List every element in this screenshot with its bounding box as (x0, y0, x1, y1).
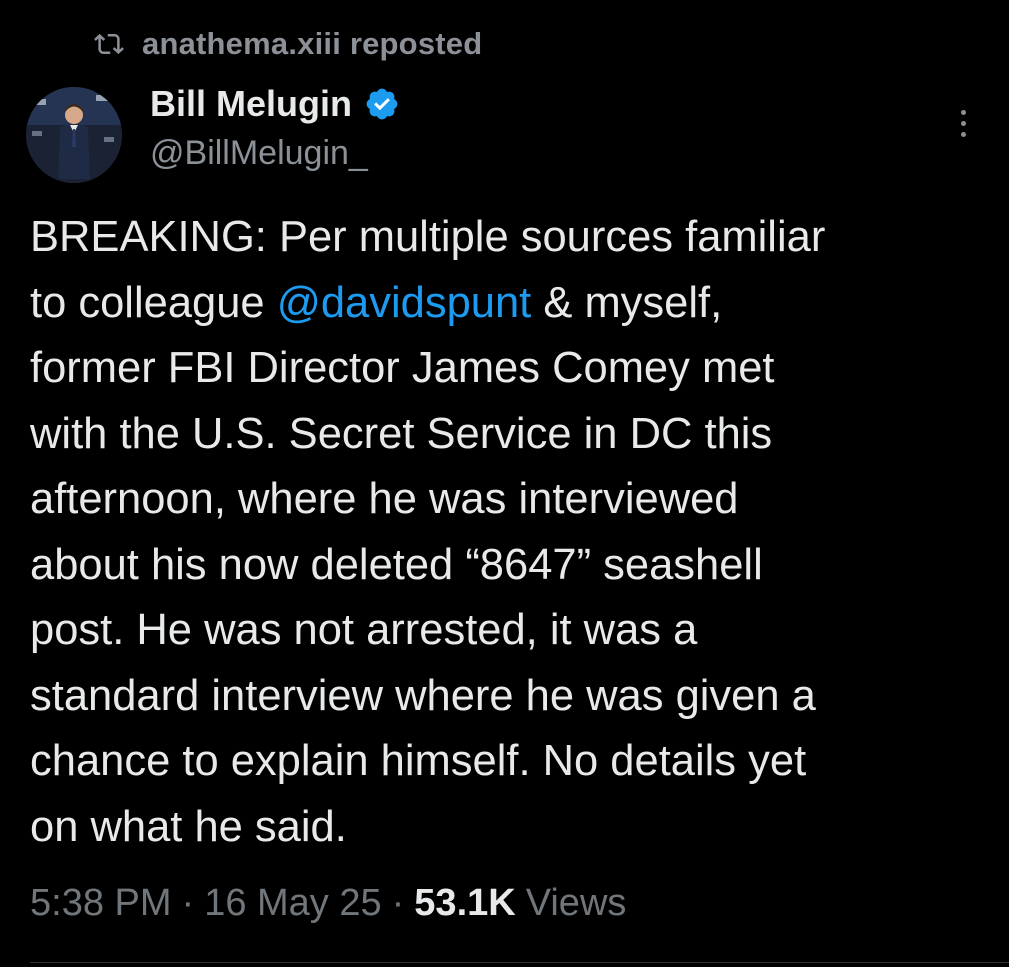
tweet-detail: anathema.xiii reposted Bill Melugin @Bil… (0, 0, 1009, 967)
divider (30, 962, 1009, 963)
avatar[interactable] (26, 87, 122, 183)
author-block: Bill Melugin @BillMelugin_ (150, 80, 400, 173)
author-handle[interactable]: @BillMelugin_ (150, 134, 400, 173)
verified-badge-icon (366, 88, 398, 120)
views-count: 53.1K (414, 882, 516, 924)
avatar-image (26, 87, 122, 183)
views-label: Views (525, 882, 627, 924)
more-options-button[interactable] (945, 103, 981, 143)
tweet-meta: 5:38 PM · 16 May 25 · 53.1K Views (30, 882, 626, 925)
author-name-row[interactable]: Bill Melugin (150, 80, 400, 128)
meta-separator: · (391, 882, 405, 924)
mention-link[interactable]: @davidspunt (277, 279, 532, 327)
meta-separator: · (181, 882, 195, 924)
repost-action: reposted (349, 26, 483, 61)
repost-user: anathema.xiii (142, 26, 342, 61)
tweet-text: BREAKING: Per multiple sources familiar … (30, 205, 990, 860)
repost-indicator[interactable]: anathema.xiii reposted (92, 24, 482, 64)
tweet-time[interactable]: 5:38 PM (30, 882, 172, 925)
repost-label: anathema.xiii reposted (142, 26, 482, 62)
author-display-name[interactable]: Bill Melugin (150, 83, 352, 125)
more-dot-icon (960, 109, 966, 115)
repost-icon (94, 33, 124, 55)
tweet-text-part: & myself, former FBI Director James Come… (30, 278, 816, 851)
tweet-date[interactable]: 16 May 25 (204, 882, 381, 925)
more-dot-icon (960, 120, 966, 126)
more-dot-icon (960, 131, 966, 137)
